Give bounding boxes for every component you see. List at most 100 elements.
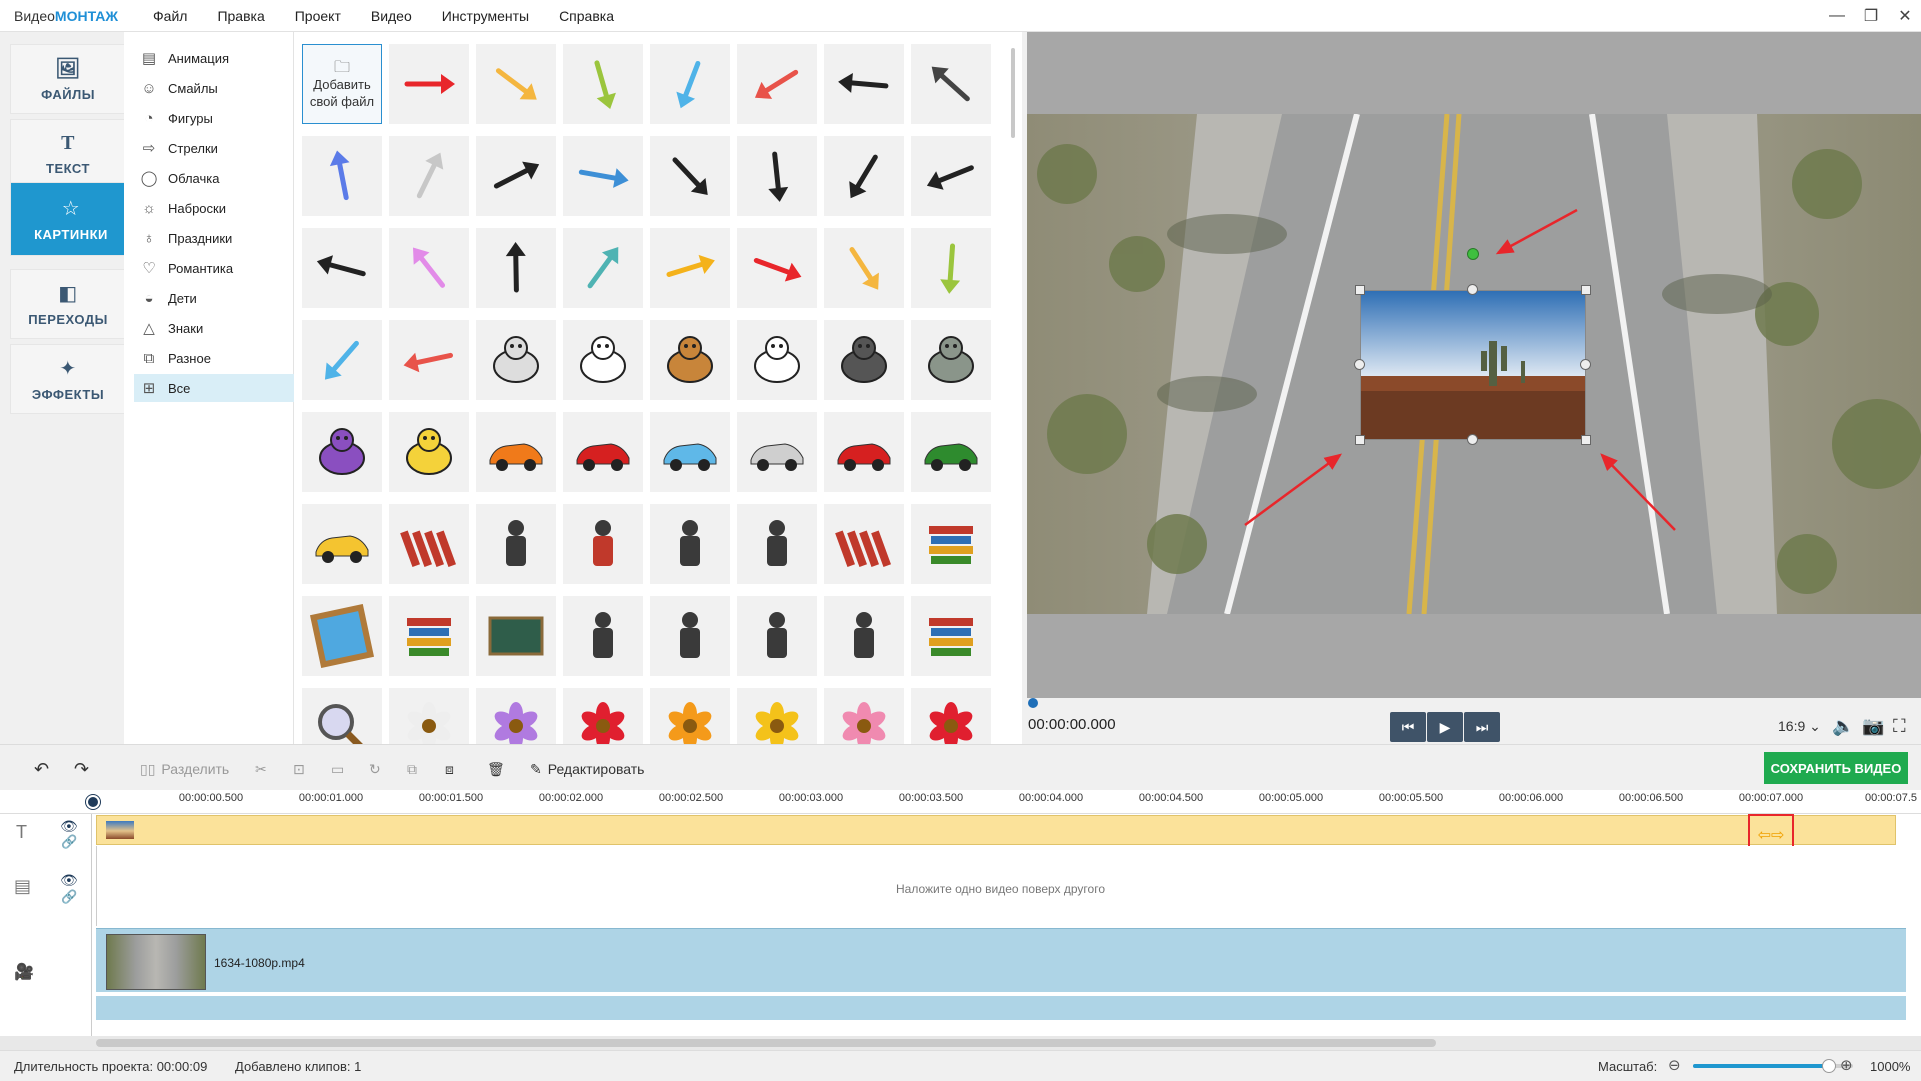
rose-red-icon[interactable] (911, 688, 991, 744)
arrow-hook-right-icon[interactable] (476, 228, 556, 308)
split-button[interactable]: ▯▯ Разделить (140, 757, 229, 781)
brush-icon[interactable] (650, 504, 730, 584)
arrow-u-turn-icon[interactable] (737, 228, 817, 308)
cut-icon[interactable]: ✂ (255, 757, 267, 781)
playhead-marker[interactable] (1028, 698, 1038, 708)
car-red-icon[interactable] (824, 412, 904, 492)
picture-frame-icon[interactable] (302, 596, 382, 676)
lipstick-mirror-icon[interactable] (824, 504, 904, 584)
teacher-icon[interactable] (737, 596, 817, 676)
resize-handle-right[interactable] (1580, 359, 1591, 370)
cow-icon[interactable] (563, 320, 643, 400)
rotate-icon[interactable]: ↻ (369, 757, 381, 781)
add-own-file-button[interactable]: 🗀 Добавить свой файл (302, 44, 382, 124)
arrow-diagonal-teal-icon[interactable] (824, 228, 904, 308)
car-red-sport-icon[interactable] (563, 412, 643, 492)
book-open-icon[interactable] (911, 504, 991, 584)
zebra-icon[interactable] (476, 320, 556, 400)
video-track-clip[interactable] (96, 928, 1906, 992)
edit-button[interactable]: ✎ Редактировать (530, 757, 644, 781)
teacher-board-icon[interactable] (650, 596, 730, 676)
resize-handle-bl[interactable] (1355, 435, 1365, 445)
dog-cartoon-icon[interactable] (389, 412, 469, 492)
volume-icon[interactable]: 🔈 (1832, 716, 1854, 737)
student-desk-icon[interactable] (824, 596, 904, 676)
arrow-zigzag-red-icon[interactable] (389, 44, 469, 124)
eyeshadow-icon[interactable] (476, 504, 556, 584)
chalkboard-icon[interactable] (476, 596, 556, 676)
timeline-ruler[interactable]: 00:00:00.500 00:00:01.000 00:00:01.500 00:0… (0, 790, 1921, 814)
arrow-trend-blue-icon[interactable] (650, 44, 730, 124)
redo-icon[interactable]: ↷ (74, 757, 89, 781)
category-smileys[interactable]: ☺ Смайлы (134, 74, 294, 102)
menu-project[interactable]: Проект (280, 8, 356, 24)
link-icon[interactable]: 🔗 (61, 889, 77, 905)
arrow-dashed-curve-icon[interactable] (911, 136, 991, 216)
link-icon[interactable]: 🔗 (61, 834, 77, 850)
arrow-up-red-icon[interactable] (737, 44, 817, 124)
fullscreen-icon[interactable]: ⛶ (1893, 716, 1906, 737)
nav-pictures[interactable]: ☆ КАРТИНКИ (10, 182, 132, 256)
delete-icon[interactable]: 🗑 (487, 757, 505, 781)
flower-white-icon[interactable] (389, 688, 469, 744)
car-silver-icon[interactable] (737, 412, 817, 492)
arrow-undo-icon[interactable] (302, 136, 382, 216)
copy-icon[interactable]: ⧉ (407, 757, 417, 781)
dog-collie-icon[interactable] (650, 320, 730, 400)
add-clip-icon[interactable]: ⧈ (445, 757, 454, 781)
arrow-right-icon[interactable] (302, 228, 382, 308)
nav-text[interactable]: T ТЕКСТ (10, 119, 126, 189)
elephant-icon[interactable] (911, 320, 991, 400)
arrow-thin-curve-icon[interactable] (911, 44, 991, 124)
flower-red-icon[interactable] (563, 688, 643, 744)
picture-track-clip[interactable] (96, 815, 1896, 845)
car-green-icon[interactable] (911, 412, 991, 492)
car-blue-icon[interactable] (650, 412, 730, 492)
arrow-outline-right-icon[interactable] (389, 228, 469, 308)
camera-icon[interactable]: 📷 (1862, 716, 1884, 737)
menu-tools[interactable]: Инструменты (427, 8, 544, 24)
undo-icon[interactable]: ↶ (34, 757, 49, 781)
skip-back-icon[interactable]: ⏮ (1390, 712, 1426, 742)
resize-handle-tl[interactable] (1355, 285, 1365, 295)
library-scrollbar[interactable] (1011, 48, 1015, 138)
category-shapes[interactable]: ◔ Фигуры (134, 104, 294, 132)
eye-icon[interactable]: 👁 (60, 872, 78, 889)
save-video-button[interactable]: СОХРАНИТЬ ВИДЕО (1764, 752, 1908, 784)
category-romance[interactable]: ♡ Романтика (134, 254, 294, 282)
resize-handle-top[interactable] (1467, 284, 1478, 295)
arrow-dotted-diagonal-icon[interactable] (389, 320, 469, 400)
zoom-out-icon[interactable]: ⊖ (1668, 1056, 1681, 1074)
arrow-thin-up-icon[interactable] (302, 320, 382, 400)
books-icon[interactable] (389, 596, 469, 676)
zoom-in-icon[interactable]: ⊕ (1840, 1056, 1853, 1074)
category-signs[interactable]: △ Знаки (134, 314, 294, 342)
car-orange-icon[interactable] (476, 412, 556, 492)
arrow-dotted-down-icon[interactable] (563, 136, 643, 216)
arrow-swoosh-black-icon[interactable] (650, 136, 730, 216)
menu-help[interactable]: Справка (544, 8, 629, 24)
flower-purple-icon[interactable] (476, 688, 556, 744)
arrow-sketch-curve-icon[interactable] (824, 44, 904, 124)
arrow-long-curve-icon[interactable] (563, 228, 643, 308)
overlay-image[interactable] (1360, 290, 1586, 440)
category-misc[interactable]: ⧉ Разное (134, 344, 294, 372)
arrow-dashed-bold-icon[interactable] (824, 136, 904, 216)
person-door-icon[interactable] (563, 596, 643, 676)
bird-purple-icon[interactable] (302, 412, 382, 492)
husky-icon[interactable] (824, 320, 904, 400)
magnifier-icon[interactable] (302, 688, 382, 744)
category-bubbles[interactable]: ◯ Облачка (134, 164, 294, 192)
eye-icon[interactable]: 👁 (60, 818, 78, 835)
rose-pink-icon[interactable] (824, 688, 904, 744)
category-sketches[interactable]: ☼ Наброски (134, 194, 294, 222)
car-yellow-icon[interactable] (302, 504, 382, 584)
arrow-return-blue-icon[interactable] (476, 136, 556, 216)
category-animation[interactable]: ▤ Анимация (134, 44, 294, 72)
resize-handle-tr[interactable] (1581, 285, 1591, 295)
arrow-curved-yellow-icon[interactable] (476, 44, 556, 124)
timeline-playhead[interactable] (86, 795, 100, 809)
category-holidays[interactable]: ♁ Праздники (134, 224, 294, 252)
skip-forward-icon[interactable]: ⏭ (1464, 712, 1500, 742)
nav-effects[interactable]: ✦ ЭФФЕКТЫ (10, 344, 126, 414)
